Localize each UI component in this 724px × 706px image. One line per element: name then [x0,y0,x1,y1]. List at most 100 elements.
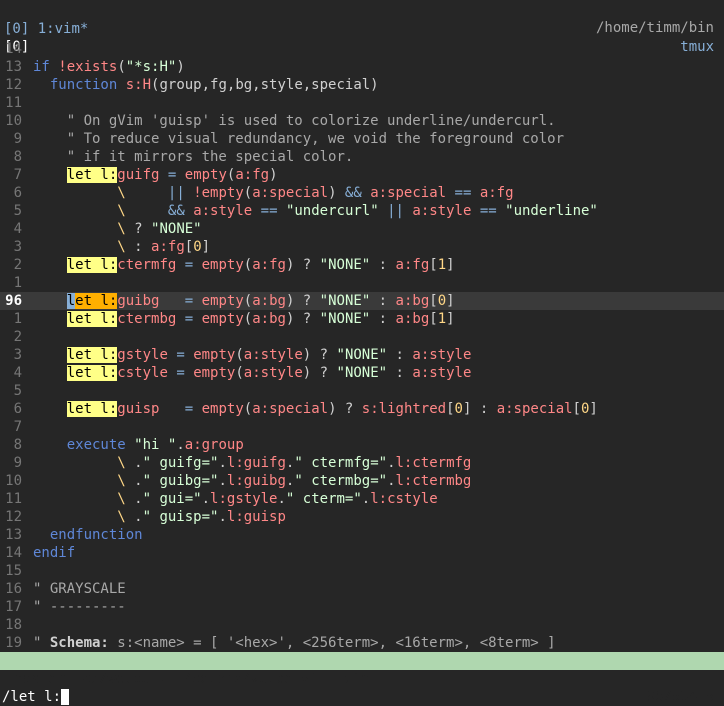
cmdline-cursor [61,689,70,705]
line-number: 13 [5,527,22,543]
code-line[interactable]: 13 if !exists("*s:H") [0,58,724,76]
line-number: 7 [13,167,22,183]
line-number: 6 [13,401,22,417]
code-line[interactable]: 2 [0,328,724,346]
code-line[interactable]: 14 [0,40,724,58]
code-text: endfunction [49,527,143,543]
line-number: 10 [5,473,22,489]
line-number: 96 [5,293,22,309]
line-number: 2 [13,257,22,273]
line-number: 3 [13,239,22,255]
code-line[interactable]: 4 \ ? "NONE" [0,220,724,238]
code-text: " On gVim 'guisp' is used to colorize un… [66,113,556,129]
code-line[interactable]: 1 let l:ctermbg = empty(a:bg) ? "NONE" :… [0,310,724,328]
line-number: 12 [5,77,22,93]
vim-command-line[interactable]: /let l: [0,670,724,705]
code-line[interactable]: 10 \ ." guibg=".l:guibg." ctermbg=".l:ct… [0,472,724,490]
code-line[interactable]: 8 " if it mirrors the special color. [0,148,724,166]
line-number: 13 [5,59,22,75]
code-line[interactable]: 5 \ && a:style == "undercurl" || a:style… [0,202,724,220]
current-directory: /home/timm/bin [595,20,714,36]
code-text: let l:ctermfg = empty(a:fg) ? "NONE" : a… [66,257,455,273]
line-number: 9 [13,455,22,471]
line-number: 2 [13,329,22,345]
code-text: " To reduce visual redundancy, we void t… [66,131,565,147]
line-number: 6 [13,185,22,201]
code-text: \ || !empty(a:special) && a:special == a… [117,185,514,201]
line-number: 18 [5,617,22,633]
code-line[interactable]: 11 \ ." gui=".l:gstyle." cterm=".l:cstyl… [0,490,724,508]
statusline-position: 96/534|5 [646,689,714,705]
code-text: let l:guisp = empty(a:special) ? s:light… [66,401,598,417]
code-line[interactable]: 14 endif [0,544,724,562]
code-text: if !exists("*s:H") [33,59,185,75]
code-line[interactable]: 10 " On gVim 'guisp' is used to colorize… [0,112,724,130]
line-number: 14 [5,545,22,561]
line-number: 14 [5,41,22,57]
code-line[interactable]: 7 let l:guifg = empty(a:fg) [0,166,724,184]
code-text: \ ." gui=".l:gstyle." cterm=".l:cstyle [117,491,438,507]
code-line[interactable]: 17 " --------- [0,598,724,616]
line-number: 15 [5,563,22,579]
code-line[interactable]: 16 " GRAYSCALE [0,580,724,598]
line-number: 8 [13,437,22,453]
code-line[interactable]: 9 " To reduce visual redundancy, we void… [0,130,724,148]
code-line[interactable]: 6 let l:guisp = empty(a:special) ? s:lig… [0,400,724,418]
code-text: " GRAYSCALE [33,581,126,597]
code-line[interactable]: 4 let l:cstyle = empty(a:style) ? "NONE"… [0,364,724,382]
code-text: " if it mirrors the special color. [66,149,354,165]
code-text: let l:guibg = empty(a:bg) ? "NONE" : a:b… [66,293,455,309]
code-text: \ && a:style == "undercurl" || a:style =… [117,203,598,219]
line-number: 10 [5,113,22,129]
code-text: " Schema: s:<name> = [ '<hex>', <256term… [33,635,556,651]
line-number: 1 [13,311,22,327]
vim-statusline: [master] <d/welpe.vim/colors/welpe.vim [… [0,652,724,705]
code-line[interactable]: 11 [0,94,724,112]
code-text: let l:cstyle = empty(a:style) ? "NONE" :… [66,365,472,381]
line-number: 9 [13,131,22,147]
line-number: 3 [13,347,22,363]
code-line[interactable]: 3 let l:gstyle = empty(a:style) ? "NONE"… [0,346,724,364]
code-text: function s:H(group,fg,bg,style,special) [49,77,379,93]
current-code-line[interactable]: 96 let l:guibg = empty(a:bg) ? "NONE" : … [0,292,724,310]
line-number: 19 [5,635,22,651]
line-number: 5 [13,203,22,219]
code-text: \ : a:fg[0] [117,239,211,255]
code-line[interactable]: 3 \ : a:fg[0] [0,238,724,256]
code-line[interactable]: 19 " Schema: s:<name> = [ '<hex>', <256te… [0,634,724,652]
code-line[interactable]: 6 \ || !empty(a:special) && a:special ==… [0,184,724,202]
search-command-text: /let l: [2,689,62,705]
code-text: let l:gstyle = empty(a:style) ? "NONE" :… [66,347,472,363]
code-line[interactable]: 12 function s:H(group,fg,bg,style,specia… [0,76,724,94]
code-text: endif [33,545,76,561]
line-number: 16 [5,581,22,597]
line-number: 4 [13,221,22,237]
line-number: 5 [13,383,22,399]
line-number: 17 [5,599,22,615]
code-line[interactable]: 1 [0,274,724,292]
code-text: \ ." guibg=".l:guibg." ctermbg=".l:cterm… [117,473,472,489]
tmux-status-bar: [0] 1:vim* tmux [0,2,724,55]
code-line[interactable]: 15 [0,562,724,580]
code-line[interactable]: 7 [0,418,724,436]
code-line[interactable]: 12 \ ." guisp=".l:guisp [0,508,724,526]
code-line[interactable]: 5 [0,382,724,400]
line-number: 11 [5,491,22,507]
code-line[interactable]: 9 \ ." guifg=".l:guifg." ctermfg=".l:cte… [0,454,724,472]
line-number: 1 [13,275,22,291]
code-line[interactable]: 13 endfunction [0,526,724,544]
code-text: " --------- [33,599,126,615]
code-text: execute "hi ".a:group [66,437,244,453]
code-line[interactable]: 2 let l:ctermfg = empty(a:fg) ? "NONE" :… [0,256,724,274]
code-text: \ ." guisp=".l:guisp [117,509,286,525]
line-number: 11 [5,95,22,111]
code-line[interactable]: 18 [0,616,724,634]
line-number: 4 [13,365,22,381]
line-number: 8 [13,149,22,165]
code-text: \ ? "NONE" [117,221,202,237]
code-text: \ ." guifg=".l:guifg." ctermfg=".l:cterm… [117,455,472,471]
line-number: 12 [5,509,22,525]
code-text: let l:guifg = empty(a:fg) [66,167,278,183]
code-line[interactable]: 8 execute "hi ".a:group [0,436,724,454]
code-text: let l:ctermbg = empty(a:bg) ? "NONE" : a… [66,311,455,327]
